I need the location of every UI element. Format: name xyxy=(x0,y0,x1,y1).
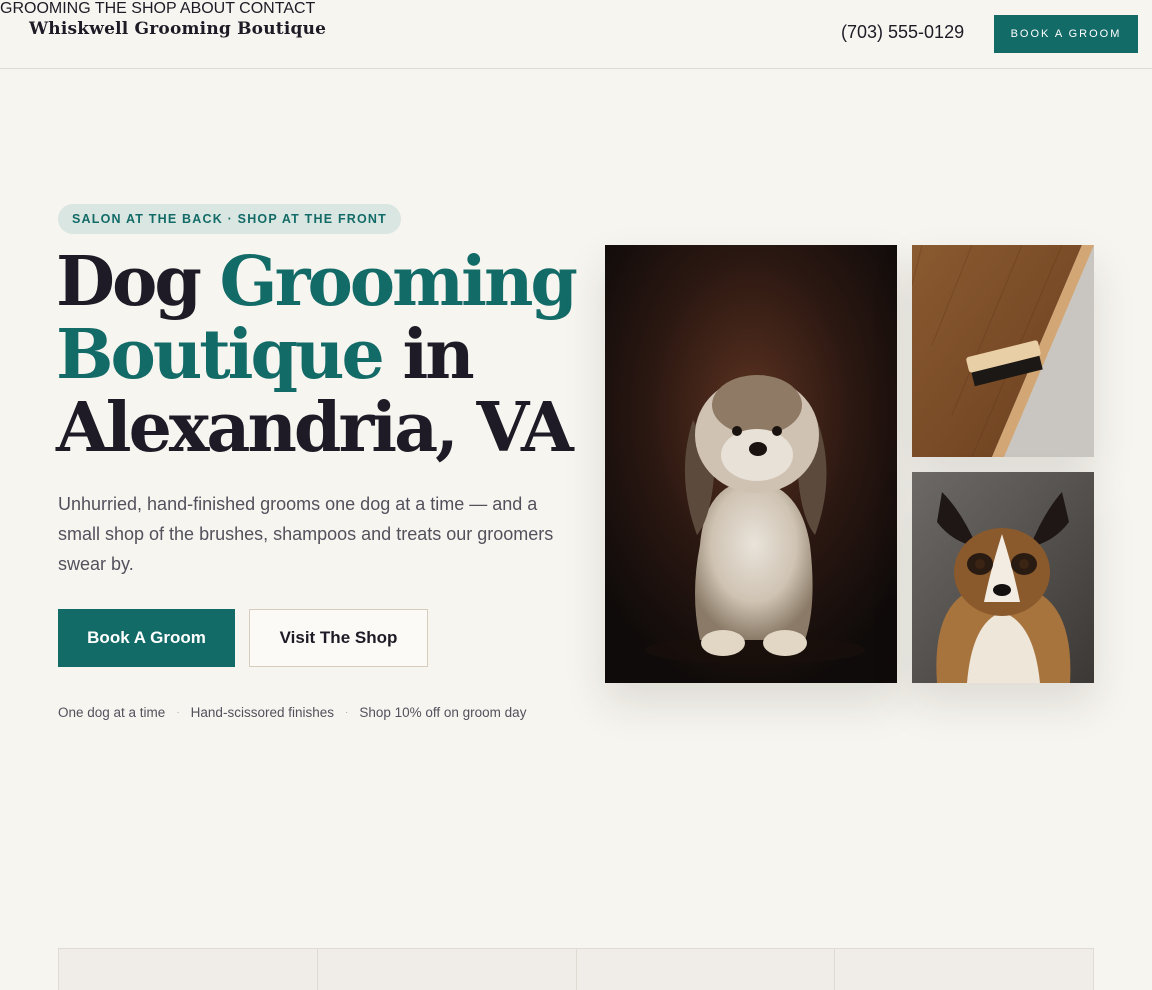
perks-list: One dog at a time · Hand-scissored finis… xyxy=(58,705,526,720)
perk-item: Shop 10% off on groom day xyxy=(359,705,527,720)
feature-card xyxy=(59,949,318,990)
title-part-1: Dog xyxy=(56,242,220,322)
page-title: Dog Grooming Boutique in Alexandria, VA xyxy=(56,246,578,465)
feature-card xyxy=(318,949,577,990)
perk-separator: · xyxy=(344,707,349,718)
perk-item: Hand-scissored finishes xyxy=(190,705,334,720)
nav-grooming[interactable]: GROOMING xyxy=(0,0,91,17)
hero-description: Unhurried, hand-finished grooms one dog … xyxy=(58,494,554,574)
feature-card xyxy=(835,949,1093,990)
shih-tzu-photo xyxy=(605,245,897,683)
site-header: Whiskwell Grooming Boutique GROOMING THE… xyxy=(0,0,1152,69)
book-groom-button[interactable]: Book A Groom xyxy=(58,609,235,667)
perk-item: One dog at a time xyxy=(58,705,166,720)
phone-number[interactable]: (703) 555-0129 xyxy=(841,22,964,43)
papillon-dog-photo xyxy=(912,472,1094,683)
visit-shop-button[interactable]: Visit The Shop xyxy=(249,609,428,667)
brand-logo[interactable]: Whiskwell Grooming Boutique xyxy=(29,19,326,39)
feature-strip xyxy=(58,948,1094,990)
nav-contact[interactable]: CONTACT xyxy=(239,0,315,17)
nav-the-shop[interactable]: THE SHOP xyxy=(95,0,177,17)
main-nav: GROOMING THE SHOP ABOUT CONTACT xyxy=(0,0,1152,18)
perk-separator: · xyxy=(176,707,180,718)
nav-about[interactable]: ABOUT xyxy=(180,0,235,17)
grooming-brush-photo xyxy=(912,245,1094,457)
feature-card xyxy=(577,949,836,990)
eyebrow-badge: SALON AT THE BACK · SHOP AT THE FRONT xyxy=(58,204,401,234)
book-groom-header-button[interactable]: BOOK A GROOM xyxy=(994,15,1138,53)
